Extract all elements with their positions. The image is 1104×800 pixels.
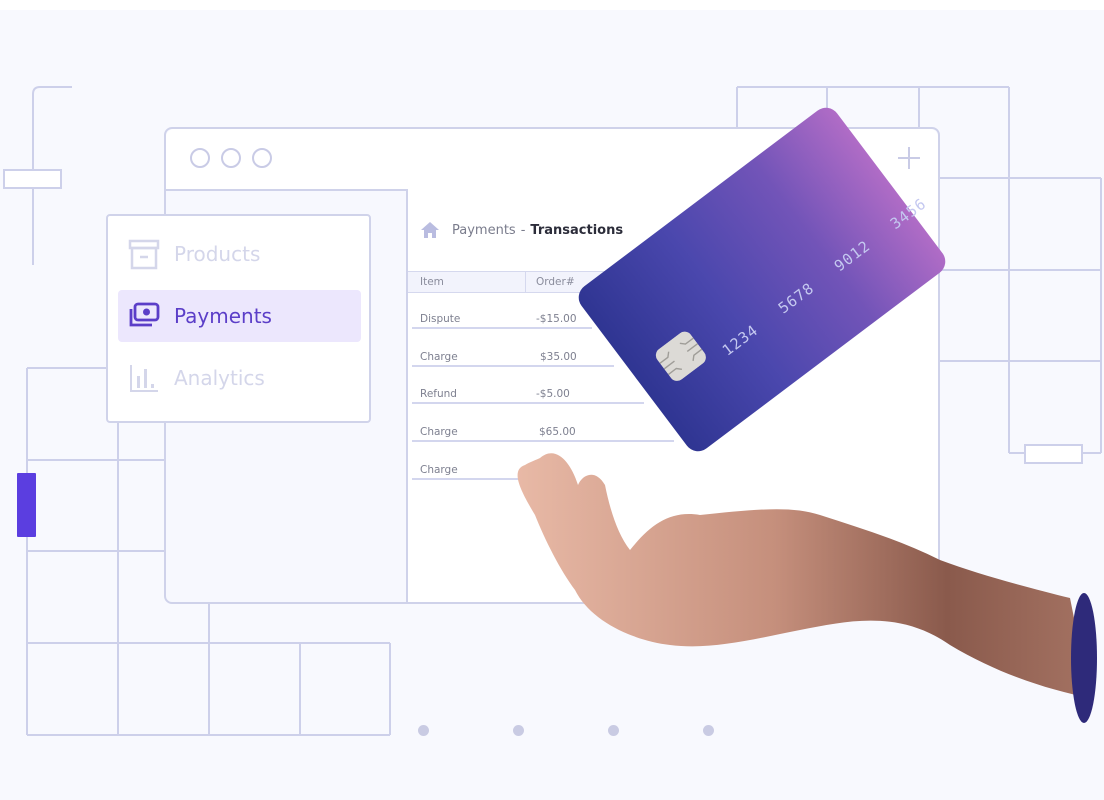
pager-dot[interactable]	[418, 725, 429, 736]
plus-icon[interactable]	[898, 147, 920, 169]
money-stack-icon	[129, 302, 160, 327]
hand-shape	[517, 453, 1090, 698]
bar-chart-icon	[130, 365, 158, 392]
hand-illustration	[517, 453, 1097, 723]
sidebar-item-payments[interactable]: Payments	[118, 290, 361, 342]
row-item: Dispute	[420, 313, 461, 325]
bg-slider-handle	[3, 169, 62, 189]
column-divider	[525, 272, 526, 292]
card-chip-icon	[655, 331, 706, 381]
row-amount: $65.00	[539, 426, 576, 438]
pager-dot[interactable]	[703, 725, 714, 736]
pager-dot[interactable]	[608, 725, 619, 736]
window-control-dot[interactable]	[252, 148, 272, 168]
sleeve-cuff	[1071, 593, 1097, 723]
sidebar-item-products[interactable]: Products	[118, 228, 361, 280]
breadcrumb-separator: -	[520, 222, 526, 238]
breadcrumb-parent[interactable]: Payments	[452, 223, 516, 238]
sidebar-item-analytics[interactable]: Analytics	[118, 352, 361, 404]
row-item: Refund	[420, 388, 457, 400]
row-divider	[412, 402, 644, 404]
breadcrumb: Payments - Transactions	[420, 221, 623, 239]
sidebar-item-label: Payments	[174, 304, 272, 328]
window-control-dot[interactable]	[221, 148, 241, 168]
column-header-item[interactable]: Item	[420, 276, 444, 288]
pager-dot[interactable]	[513, 725, 524, 736]
accent-bar	[17, 473, 36, 537]
row-item: Charge	[420, 464, 458, 476]
window-control-dot[interactable]	[190, 148, 210, 168]
card-number-group: 5678	[774, 278, 818, 318]
row-amount: $35.00	[540, 351, 577, 363]
home-icon[interactable]	[420, 221, 440, 239]
row-item: Charge	[420, 351, 458, 363]
breadcrumb-current: Transactions	[530, 222, 624, 238]
sidebar-item-label: Products	[174, 242, 261, 266]
row-amount: -$15.00	[536, 313, 577, 325]
row-amount: -$5.00	[536, 388, 570, 400]
row-divider	[412, 327, 592, 329]
sidebar-item-label: Analytics	[174, 366, 265, 390]
column-header-order[interactable]: Order#	[536, 276, 575, 288]
sidebar-menu: Products Payments Analytics	[106, 214, 371, 423]
card-number-group: 9012	[830, 236, 874, 276]
row-divider	[412, 365, 614, 367]
row-item: Charge	[420, 426, 458, 438]
card-number-group: 1234	[718, 321, 762, 360]
archive-box-icon	[128, 239, 160, 270]
